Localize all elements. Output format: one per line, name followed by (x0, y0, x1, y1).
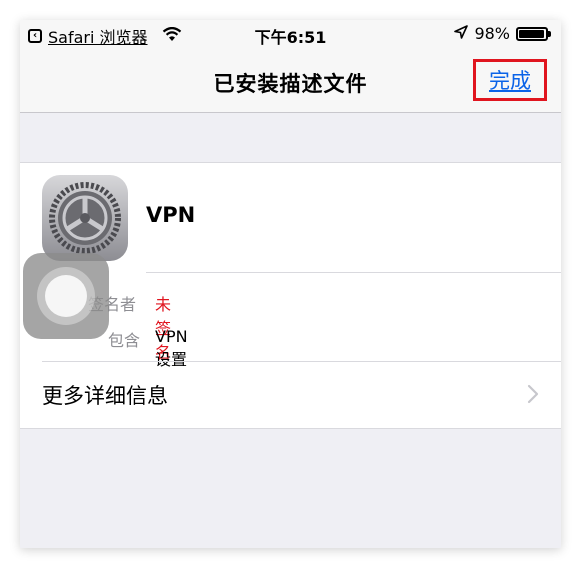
assistive-touch-core (45, 275, 87, 317)
phone-screen: ‹ Safari 浏览器 下午6:51 98% 已安装描述文件 完成 VPN 签… (20, 20, 561, 548)
divider (146, 272, 561, 273)
battery-percent: 98% (474, 24, 510, 43)
navigation-bar: 已安装描述文件 完成 (20, 48, 561, 113)
location-arrow-icon (454, 24, 469, 43)
done-highlight-box: 完成 (473, 59, 547, 101)
more-details-label: 更多详细信息 (42, 384, 168, 408)
profile-name: VPN (146, 203, 196, 227)
battery-icon (516, 26, 551, 41)
done-button[interactable]: 完成 (489, 65, 531, 95)
settings-gear-icon (42, 175, 128, 261)
chevron-right-icon (527, 384, 539, 408)
assistive-touch-button[interactable] (23, 253, 109, 339)
battery-fill (519, 29, 544, 38)
more-details-row[interactable]: 更多详细信息 (20, 362, 561, 428)
status-right: 98% (454, 24, 551, 43)
status-bar: ‹ Safari 浏览器 下午6:51 98% (20, 20, 561, 48)
